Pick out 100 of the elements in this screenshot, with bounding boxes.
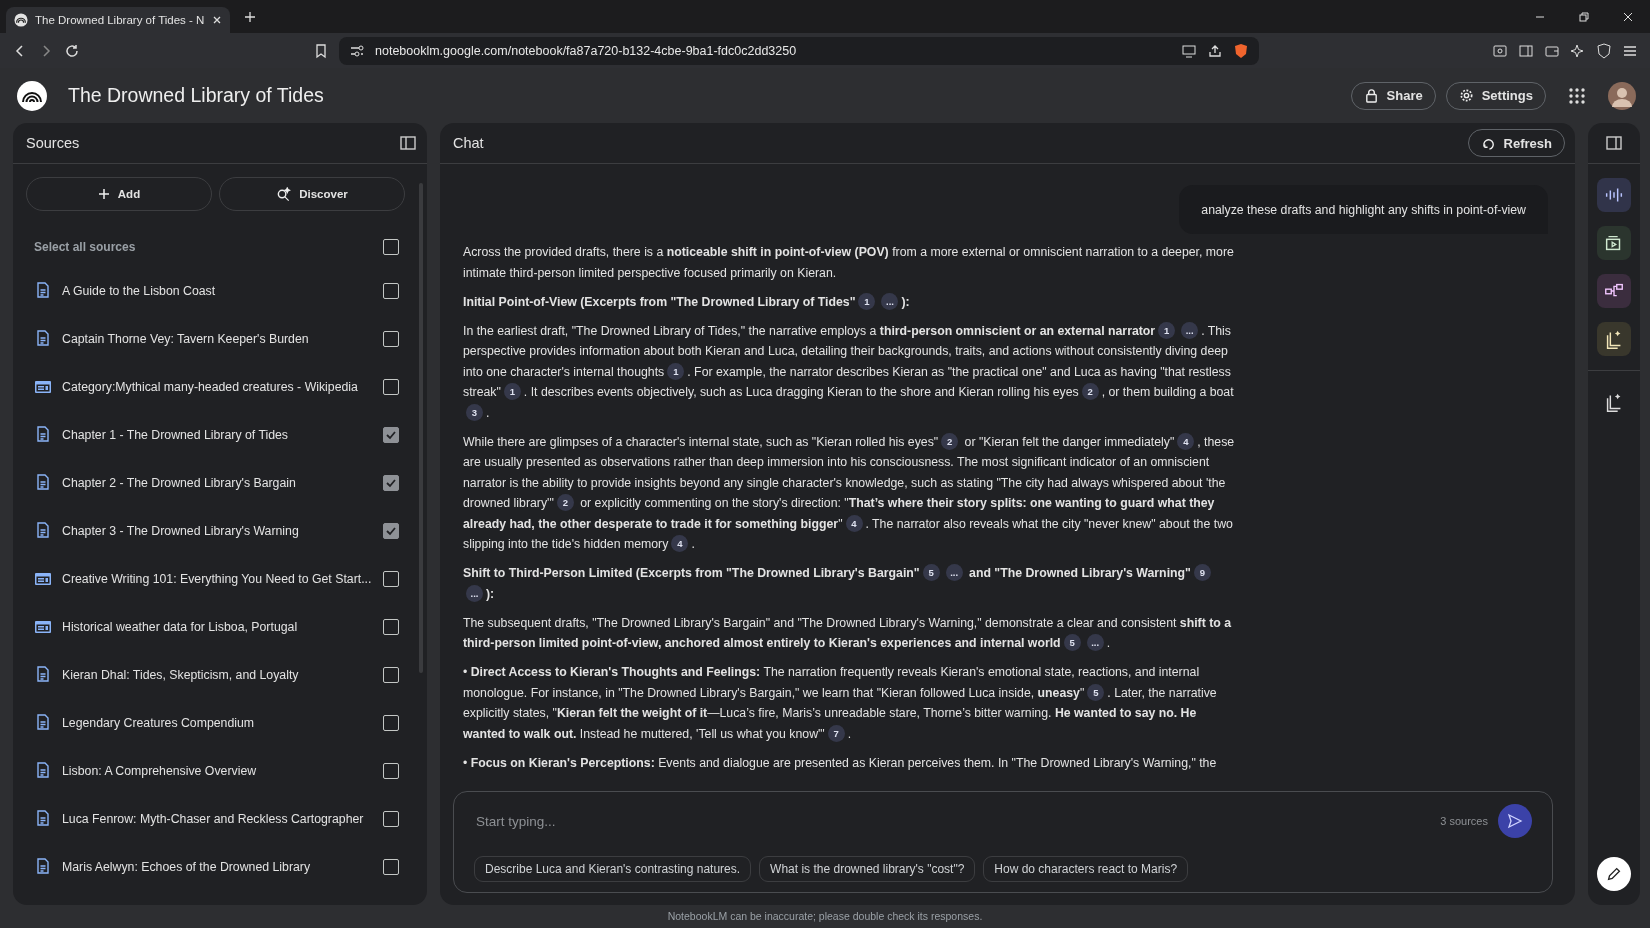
source-item[interactable]: Chapter 3 - The Drowned Library's Warning bbox=[26, 507, 405, 555]
close-window-icon[interactable] bbox=[1622, 10, 1634, 23]
answer-paragraph: The subsequent drafts, "The Drowned Library's Bargain" and "The Drowned Library's Warning," demonstrate a clear and consistent shift to a third-person limited point-of-view, anchored almost entirely to Kieran's experiences and internal world 5 ... . bbox=[463, 614, 1233, 653]
source-item[interactable]: Historical weather data for Lisboa, Portugal bbox=[26, 603, 405, 651]
source-item[interactable]: Category:Mythical many-headed creatures - Wikipedia bbox=[26, 363, 405, 411]
new-tab-icon[interactable] bbox=[244, 10, 256, 23]
citation-chip[interactable]: ... bbox=[881, 292, 899, 310]
citation-chip[interactable]: 1 bbox=[1158, 321, 1176, 339]
address-bar[interactable]: notebooklm.google.com/notebook/fa87a720-b132-4cbe-9ba1-fdc0c2dd3250 bbox=[339, 36, 1259, 65]
checkbox[interactable] bbox=[383, 811, 399, 827]
source-title: Creative Writing 101: Everything You Need to Get Start... bbox=[62, 572, 373, 586]
bookmark-icon[interactable] bbox=[313, 42, 329, 59]
citation-chip[interactable]: 5 bbox=[922, 564, 940, 581]
document-icon bbox=[34, 714, 52, 732]
citation-chip[interactable]: 2 bbox=[941, 432, 959, 450]
source-title: Historical weather data for Lisboa, Portugal bbox=[62, 620, 299, 634]
source-count: 3 sources bbox=[1440, 815, 1488, 827]
suggestion-chip[interactable]: How do characters react to Maris? bbox=[983, 856, 1189, 882]
video-overview-button[interactable] bbox=[1597, 226, 1631, 260]
citation-chip[interactable]: ... bbox=[1086, 634, 1104, 651]
checkbox[interactable] bbox=[383, 427, 399, 443]
avatar[interactable] bbox=[1608, 81, 1636, 110]
screenshot-icon[interactable] bbox=[1492, 42, 1508, 59]
citation-chip[interactable]: ... bbox=[1181, 321, 1199, 339]
sidebar-icon[interactable] bbox=[1518, 42, 1534, 59]
notebook-logo-icon[interactable] bbox=[16, 79, 48, 112]
document-icon bbox=[34, 858, 52, 876]
citation-chip[interactable]: 4 bbox=[671, 535, 689, 552]
checkbox[interactable] bbox=[383, 239, 399, 255]
mind-map-button[interactable] bbox=[1597, 274, 1631, 308]
checkbox[interactable] bbox=[383, 379, 399, 395]
checkbox[interactable] bbox=[383, 523, 399, 539]
source-item[interactable]: Chapter 2 - The Drowned Library's Bargain bbox=[26, 459, 405, 507]
document-icon bbox=[34, 426, 52, 444]
checkbox[interactable] bbox=[383, 283, 399, 299]
source-item[interactable]: Lisbon: A Comprehensive Overview bbox=[26, 747, 405, 795]
checkbox[interactable] bbox=[383, 763, 399, 779]
chat-input[interactable]: Start typing... 3 sources Describe Luca and Kieran's contrasting natures. What is the drowned library's "cost"? How do characters react to Maris? bbox=[453, 791, 1553, 893]
source-item[interactable]: Chapter 1 - The Drowned Library of Tides bbox=[26, 411, 405, 459]
checkbox[interactable] bbox=[383, 859, 399, 875]
checkbox[interactable] bbox=[383, 619, 399, 635]
citation-chip[interactable]: 5 bbox=[1087, 683, 1105, 701]
send-button[interactable] bbox=[1498, 804, 1532, 838]
suggestion-chip[interactable]: What is the drowned library's "cost"? bbox=[759, 856, 976, 882]
source-item[interactable]: Luca Fenrow: Myth-Chaser and Reckless Cartographer bbox=[26, 795, 405, 843]
web-page-icon bbox=[34, 618, 52, 636]
panel-title: Sources bbox=[26, 135, 80, 151]
browser-tab[interactable]: The Drowned Library of Tides - N bbox=[6, 6, 230, 33]
collapse-panel-icon[interactable] bbox=[399, 134, 417, 152]
answer-paragraph: In the earliest draft, "The Drowned Library of Tides," the narrative employs a third-person omniscient or an external narrator 1 ... . This perspective provides information about both Kieran and Luca, detailing their backgrounds, traits, and actions without consistently diving deep into one character's internal thoughts 1 . For example, the narrator describes Kieran as "the practical one" and Luca as having "that restless streak" 1 . It describes events objectively, such as Luca dragging Kieran to the shore and Kieran rolling his eyes 2 , or them building a boat 3 . bbox=[463, 320, 1235, 423]
citation-chip[interactable]: 1 bbox=[503, 383, 521, 400]
close-tab-icon[interactable] bbox=[212, 14, 222, 25]
audio-overview-button[interactable] bbox=[1597, 178, 1631, 212]
source-title: Chapter 2 - The Drowned Library's Bargain bbox=[62, 476, 297, 490]
checkbox[interactable] bbox=[383, 715, 399, 731]
reload-icon[interactable] bbox=[64, 42, 80, 59]
vpn-shield-icon[interactable] bbox=[1596, 42, 1612, 59]
add-note-button[interactable] bbox=[1597, 857, 1631, 891]
checkbox[interactable] bbox=[383, 475, 399, 491]
source-title: Chapter 3 - The Drowned Library's Warning bbox=[62, 524, 300, 538]
section-heading: Initial Point-of-View (Excerpts from "The Drowned Library of Tides" 1 ... ): bbox=[463, 291, 911, 312]
restore-icon[interactable] bbox=[1578, 10, 1590, 23]
pencil-icon bbox=[1605, 865, 1623, 883]
citation-chip[interactable]: 7 bbox=[827, 724, 845, 742]
apps-grid-icon[interactable] bbox=[1568, 86, 1586, 105]
document-icon bbox=[34, 666, 52, 684]
document-icon bbox=[34, 810, 52, 828]
citation-chip[interactable]: 9 bbox=[1193, 564, 1211, 581]
sparkle-icon[interactable] bbox=[1570, 42, 1586, 59]
url-text: notebooklm.google.com/notebook/fa87a720-b132-4cbe-9ba1-fdc0c2dd3250 bbox=[375, 43, 798, 58]
citation-chip[interactable]: 4 bbox=[845, 514, 863, 532]
citation-chip[interactable]: 3 bbox=[466, 403, 483, 421]
citation-chip[interactable]: 1 bbox=[667, 362, 685, 380]
source-item[interactable]: Captain Thorne Vey: Tavern Keeper's Burden bbox=[26, 315, 405, 363]
citation-chip[interactable]: ... bbox=[466, 584, 483, 602]
cast-icon[interactable] bbox=[1181, 42, 1197, 59]
citation-chip[interactable]: 2 bbox=[556, 494, 574, 511]
checkbox[interactable] bbox=[383, 571, 399, 587]
plus-icon bbox=[97, 188, 110, 200]
citation-chip[interactable]: 2 bbox=[1081, 383, 1099, 400]
citation-chip[interactable]: 4 bbox=[1177, 432, 1195, 450]
user-message: analyze these drafts and highlight any shifts in point-of-view bbox=[1179, 185, 1548, 234]
site-settings-icon[interactable] bbox=[349, 42, 365, 59]
shield-icon[interactable] bbox=[1233, 42, 1249, 59]
source-item[interactable]: Maris Aelwyn: Echoes of the Drowned Library bbox=[26, 843, 405, 891]
source-item[interactable]: Legendary Creatures Compendium bbox=[26, 699, 405, 747]
suggestion-chip[interactable]: Describe Luca and Kieran's contrasting natures. bbox=[474, 856, 752, 882]
citation-chip[interactable]: 1 bbox=[858, 292, 876, 310]
reports-button[interactable] bbox=[1597, 322, 1631, 356]
citation-chip[interactable]: ... bbox=[945, 564, 963, 581]
section-heading: Shift to Third-Person Limited (Excerpts from "The Drowned Library's Bargain" 5 ... and "The Drowned Library's Warning" 9 ... ): bbox=[463, 563, 1235, 604]
source-title: Captain Thorne Vey: Tavern Keeper's Burden bbox=[62, 332, 310, 346]
checkbox[interactable] bbox=[383, 667, 399, 683]
source-item[interactable]: Kieran Dhal: Tides, Skepticism, and Loyalty bbox=[26, 651, 405, 699]
citation-chip[interactable]: 5 bbox=[1063, 634, 1081, 651]
checkbox[interactable] bbox=[383, 331, 399, 347]
source-item[interactable]: A Guide to the Lisbon Coast bbox=[26, 267, 405, 315]
notebook-title: The Drowned Library of Tides bbox=[68, 84, 324, 107]
expand-panel-icon[interactable] bbox=[1605, 134, 1623, 152]
source-item[interactable]: Creative Writing 101: Everything You Need to Get Start... bbox=[26, 555, 405, 603]
